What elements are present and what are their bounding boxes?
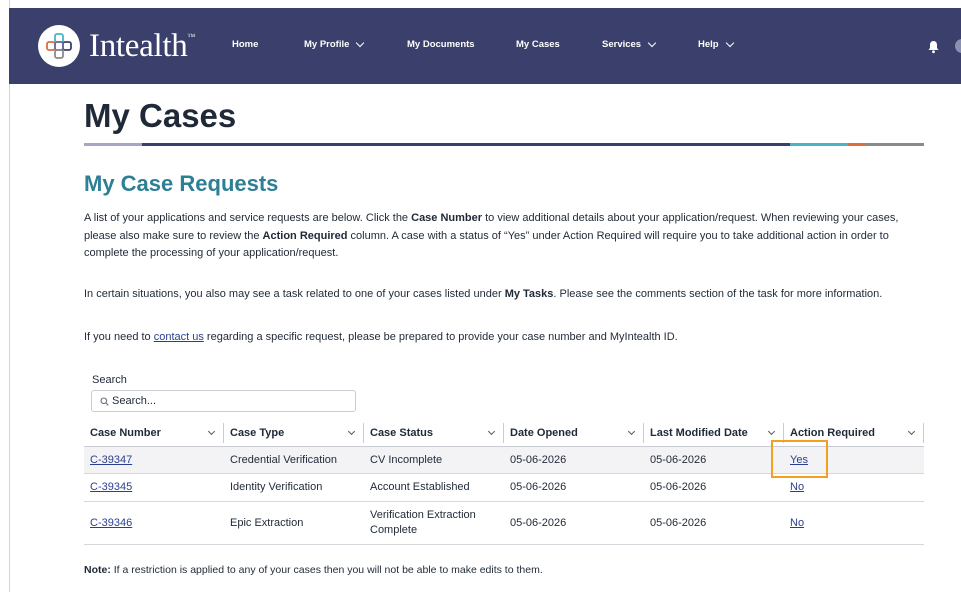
case-status-cell: Verification Extraction Complete <box>364 501 504 545</box>
last-modified-cell: 05-06-2026 <box>644 446 784 474</box>
highlight-box <box>771 439 828 478</box>
case-type-cell: Identity Verification <box>224 473 364 502</box>
page-left-border <box>9 0 10 592</box>
last-modified-cell: 05-06-2026 <box>644 473 784 502</box>
top-navigation-bar: Intealth™ Home My Profile My Documents M… <box>9 8 961 84</box>
case-status-cell: Account Established <box>364 473 504 502</box>
notification-bell-icon[interactable] <box>927 40 940 54</box>
column-header-case-status[interactable]: Case Status <box>364 420 504 447</box>
action-required-cell: Yes <box>771 439 924 478</box>
contact-paragraph: If you need to contact us regarding a sp… <box>84 331 678 343</box>
case-number-cell: C-39346 <box>84 501 224 545</box>
case-number-link[interactable]: C-39346 <box>90 517 132 529</box>
cases-table: Case Number Case Type Case Status Date O… <box>84 420 924 545</box>
case-type-cell: Epic Extraction <box>224 501 364 545</box>
search-input[interactable] <box>112 393 350 409</box>
search-icon <box>100 397 109 406</box>
action-required-cell: No <box>784 501 924 545</box>
case-number-cell: C-39345 <box>84 473 224 502</box>
chevron-down-icon[interactable] <box>627 427 636 436</box>
nav-home[interactable]: Home <box>232 39 258 50</box>
date-opened-cell: 05-06-2026 <box>504 501 644 545</box>
case-status-cell: CV Incomplete <box>364 446 504 474</box>
nav-help[interactable]: Help <box>698 38 734 50</box>
search-label: Search <box>92 374 127 386</box>
intro-paragraph: A list of your applications and service … <box>84 212 899 259</box>
action-required-link[interactable]: No <box>790 481 804 493</box>
action-required-link[interactable]: No <box>790 517 804 529</box>
tasks-paragraph: In certain situations, you also may see … <box>84 288 883 300</box>
case-number-link[interactable]: C-39345 <box>90 481 132 493</box>
nav-my-profile[interactable]: My Profile <box>304 38 365 50</box>
brand-name[interactable]: Intealth™ <box>89 28 195 65</box>
last-modified-cell: 05-06-2026 <box>644 501 784 545</box>
date-opened-cell: 05-06-2026 <box>504 446 644 474</box>
case-number-link[interactable]: C-39347 <box>90 454 132 466</box>
case-number-cell: C-39347 <box>84 446 224 474</box>
chevron-down-icon[interactable] <box>767 427 776 436</box>
nav-my-documents[interactable]: My Documents <box>407 39 475 50</box>
intealth-logo-icon[interactable] <box>38 25 80 67</box>
nav-my-cases[interactable]: My Cases <box>516 39 560 50</box>
user-avatar[interactable] <box>955 39 961 53</box>
case-type-cell: Credential Verification <box>224 446 364 474</box>
chevron-down-icon[interactable] <box>487 427 496 436</box>
column-header-last-modified[interactable]: Last Modified Date <box>644 420 784 447</box>
nav-services[interactable]: Services <box>602 38 657 50</box>
column-header-case-number[interactable]: Case Number <box>84 420 224 447</box>
table-row: C-39347 Credential Verification CV Incom… <box>84 439 924 478</box>
column-header-date-opened[interactable]: Date Opened <box>504 420 644 447</box>
chevron-down-icon[interactable] <box>907 427 916 436</box>
chevron-down-icon <box>647 38 657 47</box>
table-row: C-39346 Epic Extraction Verification Ext… <box>84 501 924 545</box>
page-title: My Cases <box>84 97 237 134</box>
date-opened-cell: 05-06-2026 <box>504 473 644 502</box>
section-heading: My Case Requests <box>84 171 279 196</box>
chevron-down-icon[interactable] <box>207 427 216 436</box>
title-divider <box>84 143 924 146</box>
chevron-down-icon <box>356 38 365 47</box>
chevron-down-icon <box>725 38 734 47</box>
chevron-down-icon[interactable] <box>347 427 356 436</box>
search-box[interactable] <box>91 390 356 412</box>
column-header-case-type[interactable]: Case Type <box>224 420 364 447</box>
restriction-note: Note: If a restriction is applied to any… <box>84 564 543 576</box>
contact-us-link[interactable]: contact us <box>154 331 204 343</box>
